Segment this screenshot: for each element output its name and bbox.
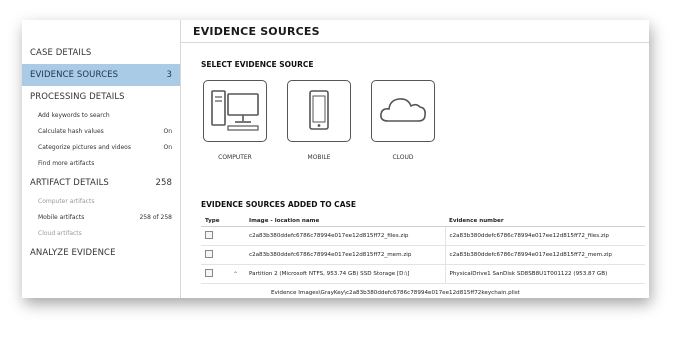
- drive-type-icon: [205, 269, 213, 277]
- sidebar-subitem-find-more-artifacts[interactable]: Find more artifacts: [22, 156, 180, 172]
- mobile-source-button[interactable]: [287, 80, 351, 142]
- column-header-type[interactable]: Type: [201, 216, 229, 227]
- select-source-heading: SELECT EVIDENCE SOURCE: [201, 60, 314, 69]
- sidebar-item-label: ARTIFACT DETAILS: [30, 178, 109, 188]
- table-row[interactable]: c2a83b380ddefc6786c78994e017ee12d815ff72…: [201, 245, 645, 265]
- column-header-evidence[interactable]: Evidence number: [445, 216, 645, 227]
- sidebar-item-label: PROCESSING DETAILS: [30, 92, 125, 102]
- cloud-icon: [380, 98, 426, 122]
- type-cell: [201, 264, 229, 284]
- sidebar-subitem-label: Mobile artifacts: [38, 214, 85, 221]
- title-bar: EVIDENCE SOURCES: [181, 20, 649, 43]
- sidebar-item-label: EVIDENCE SOURCES: [30, 70, 119, 80]
- table-row[interactable]: c2a83b380ddefc6786c78994e017ee12d815ff72…: [201, 226, 645, 246]
- evidence-sources-table: Type Image - location name Evidence numb…: [201, 216, 645, 298]
- mobile-icon: [309, 90, 329, 130]
- sidebar-subitem-mobile-artifacts[interactable]: Mobile artifacts 258 of 258: [22, 210, 180, 226]
- expand-cell: [229, 245, 245, 265]
- sidebar-subitem-add-keywords[interactable]: Add keywords to search: [22, 108, 180, 124]
- sidebar-subitem-computer-artifacts[interactable]: Computer artifacts: [22, 194, 180, 210]
- sidebar-subitem-value: On: [163, 144, 172, 151]
- source-mobile-tile[interactable]: MOBILE: [287, 80, 351, 161]
- chevron-up-icon[interactable]: ⌃: [233, 271, 238, 278]
- source-computer-tile[interactable]: COMPUTER: [203, 80, 267, 161]
- sidebar-item-artifact-details[interactable]: ARTIFACT DETAILS 258: [22, 172, 180, 194]
- evidence-cell: c2a83b380ddefc6786c78994e017ee12d815ff72…: [444, 245, 645, 265]
- sidebar-subitem-cloud-artifacts[interactable]: Cloud artifacts: [22, 226, 180, 242]
- sidebar-subitem-calculate-hash[interactable]: Calculate hash values On: [22, 124, 180, 140]
- image-cell: Partition 2 (Microsoft NTFS, 953.74 GB) …: [245, 264, 445, 284]
- sidebar-subitem-categorize-pictures[interactable]: Categorize pictures and videos On: [22, 140, 180, 156]
- column-header-expand: [229, 216, 245, 227]
- mobile-source-label: MOBILE: [307, 154, 331, 161]
- page-title: EVIDENCE SOURCES: [193, 25, 320, 38]
- sidebar-subitem-label: Calculate hash values: [38, 128, 104, 135]
- evidence-cell: PhysicalDrive1 SanDisk SD8SB8U1T001122 (…: [444, 264, 645, 284]
- sidebar-item-processing-details[interactable]: PROCESSING DETAILS: [22, 86, 180, 108]
- expand-cell[interactable]: ⌃: [229, 264, 245, 284]
- sidebar-subitem-value: 258 of 258: [139, 214, 172, 221]
- source-cloud-tile[interactable]: CLOUD: [371, 80, 435, 161]
- sidebar-item-count: 258: [155, 178, 172, 188]
- table-subrow[interactable]: Evidence Images\GrayKey\c2a83b380ddefc67…: [201, 283, 645, 298]
- expand-cell: [229, 226, 245, 246]
- image-cell: c2a83b380ddefc6786c78994e017ee12d815ff72…: [245, 226, 445, 246]
- table-row[interactable]: ⌃ Partition 2 (Microsoft NTFS, 953.74 GB…: [201, 264, 645, 284]
- sidebar-subitem-value: On: [163, 128, 172, 135]
- sidebar: CASE DETAILS EVIDENCE SOURCES 3 PROCESSI…: [22, 20, 181, 298]
- sidebar-subitem-label: Categorize pictures and videos: [38, 144, 131, 151]
- computer-icon: [211, 90, 259, 131]
- file-type-icon: [205, 250, 213, 258]
- added-sources-heading: EVIDENCE SOURCES ADDED TO CASE: [201, 200, 357, 209]
- computer-source-label: COMPUTER: [218, 154, 252, 161]
- sidebar-subitem-label: Find more artifacts: [38, 160, 95, 167]
- sidebar-subitem-label: Add keywords to search: [38, 112, 110, 119]
- sidebar-item-label: ANALYZE EVIDENCE: [30, 248, 116, 258]
- image-cell: c2a83b380ddefc6786c78994e017ee12d815ff72…: [245, 245, 445, 265]
- column-header-image[interactable]: Image - location name: [245, 216, 445, 227]
- type-cell: [201, 226, 229, 246]
- sidebar-item-count: 3: [166, 70, 172, 80]
- sidebar-item-evidence-sources[interactable]: EVIDENCE SOURCES 3: [22, 64, 180, 86]
- main-panel: EVIDENCE SOURCES SELECT EVIDENCE SOURCE …: [181, 20, 649, 298]
- file-type-icon: [205, 231, 213, 239]
- sidebar-item-analyze-evidence[interactable]: ANALYZE EVIDENCE: [22, 242, 180, 264]
- subrow-path-cell: Evidence Images\GrayKey\c2a83b380ddefc67…: [201, 283, 645, 298]
- sidebar-subitem-label: Cloud artifacts: [38, 230, 82, 237]
- sidebar-item-label: CASE DETAILS: [30, 48, 92, 58]
- cloud-source-label: CLOUD: [392, 154, 414, 161]
- evidence-cell: c2a83b380ddefc6786c78994e017ee12d815ff72…: [444, 226, 645, 246]
- cloud-source-button[interactable]: [371, 80, 435, 142]
- type-cell: [201, 245, 229, 265]
- sidebar-subitem-label: Computer artifacts: [38, 198, 95, 205]
- table-header-row: Type Image - location name Evidence numb…: [201, 216, 645, 227]
- app-window: CASE DETAILS EVIDENCE SOURCES 3 PROCESSI…: [22, 20, 649, 298]
- computer-source-button[interactable]: [203, 80, 267, 142]
- sidebar-item-case-details[interactable]: CASE DETAILS: [22, 42, 180, 64]
